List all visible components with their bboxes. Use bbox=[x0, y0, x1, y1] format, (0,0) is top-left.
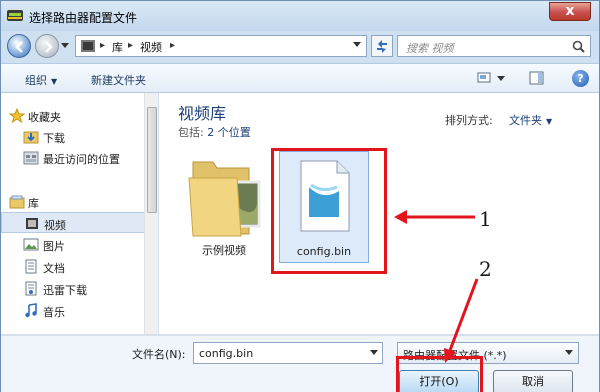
annotation-step-1: 1 bbox=[479, 207, 492, 231]
annotation-step-2: 2 bbox=[479, 257, 492, 281]
file-open-dialog: 选择路由器配置文件 x ▸ 库 ▸ 视频 ▸ 搜索 视频 组织 ▼ 新建文件夹 … bbox=[0, 0, 600, 392]
annotation-arrows bbox=[394, 210, 479, 363]
